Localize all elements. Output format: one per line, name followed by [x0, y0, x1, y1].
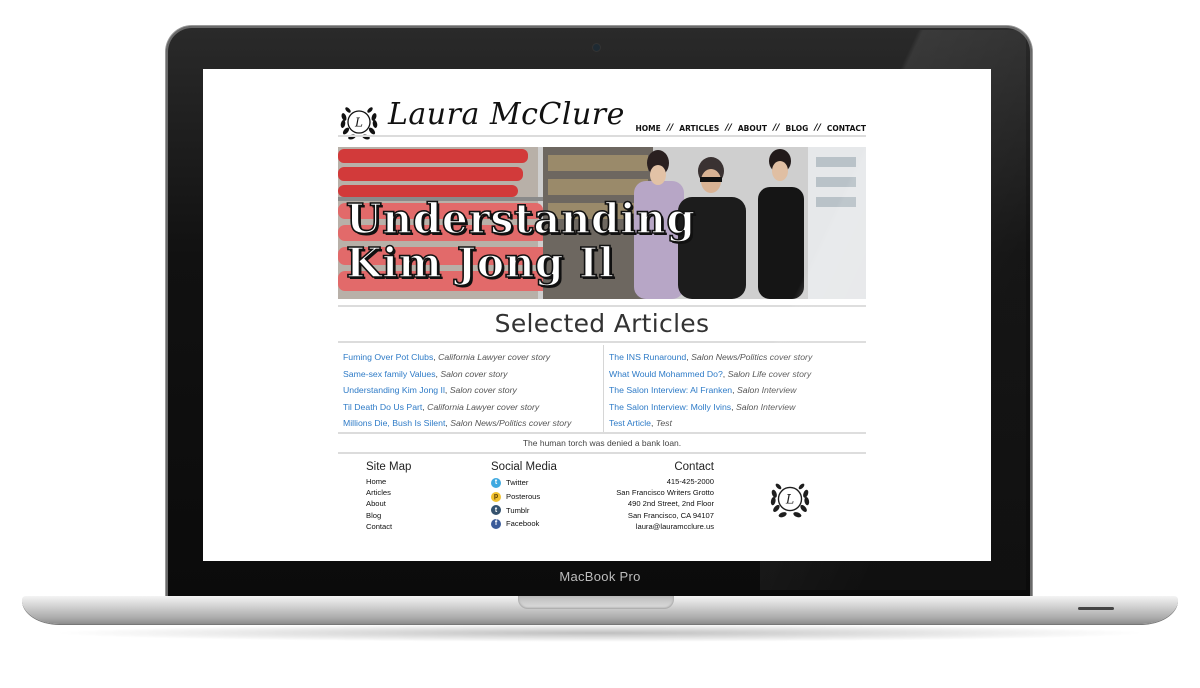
social-facebook-link[interactable]: f Facebook: [491, 517, 540, 531]
social-label: Facebook: [506, 519, 540, 529]
logo-letter: L: [354, 116, 363, 130]
laptop-shadow: [50, 624, 1150, 642]
sitemap-list: Home Articles About Blog Contact: [366, 476, 392, 532]
header-divider: [338, 135, 866, 137]
article-publication: California Lawyer cover story: [438, 352, 551, 362]
sitemap-home-link[interactable]: Home: [366, 476, 392, 487]
contact-phone: 415-425-2000: [666, 477, 714, 486]
webcam: [593, 44, 600, 51]
laurel-seal-icon: L: [770, 483, 810, 518]
articles-bottom-rule: [338, 432, 866, 434]
article-publication: Salon News/Politics cover story: [691, 352, 813, 362]
article-link[interactable]: Fuming Over Pot Clubs: [343, 352, 433, 362]
hero-banner[interactable]: Understanding Kim Jong Il: [338, 147, 866, 299]
article-link[interactable]: Til Death Do Us Part: [343, 402, 422, 412]
article-publication: Salon Life cover story: [727, 368, 812, 379]
article-link[interactable]: The Salon Interview: Al Franken: [609, 385, 732, 395]
article-publication: Salon cover story: [440, 368, 508, 379]
contact-details: 415-425-2000 San Francisco Writers Grott…: [573, 476, 714, 532]
article-publication: California Lawyer cover story: [427, 401, 540, 412]
social-media-heading: Social Media: [491, 461, 557, 473]
article-item: What Would Mohammed Do?, Salon Life cove…: [609, 368, 812, 379]
social-posterous-link[interactable]: p Posterous: [491, 490, 540, 504]
article-publication: Salon Interview: [735, 401, 796, 412]
website: L Laura McClure HOME // ARTICLES // ABOU…: [338, 69, 866, 561]
nav-contact[interactable]: CONTACT: [827, 124, 866, 133]
article-link[interactable]: Millions Die, Bush Is Silent: [343, 418, 445, 428]
article-link[interactable]: Same-sex family Values: [343, 369, 436, 379]
article-link[interactable]: What Would Mohammed Do?: [609, 369, 723, 379]
article-publication: Salon News/Politics cover story: [450, 418, 572, 429]
article-item: Millions Die, Bush Is Silent, Salon News…: [343, 418, 572, 429]
contact-city: San Francisco, CA 94107: [627, 510, 714, 520]
articles-list: Fuming Over Pot Clubs, California Lawyer…: [338, 345, 866, 433]
sitemap-articles-link[interactable]: Articles: [366, 487, 392, 498]
social-label: Posterous: [506, 491, 541, 501]
article-publication: Salon Interview: [736, 385, 797, 396]
articles-top-rule: [338, 341, 866, 343]
laptop-screen: L Laura McClure HOME // ARTICLES // ABOU…: [203, 69, 991, 561]
hero-title: Understanding Kim Jong Il: [345, 195, 696, 287]
contact-org: San Francisco Writers Grotto: [616, 488, 714, 498]
contact-street: 490 2nd Street, 2nd Floor: [627, 499, 714, 509]
sitemap-about-link[interactable]: About: [366, 498, 392, 509]
contact-email-link[interactable]: laura@lauramcclure.us: [573, 521, 714, 532]
article-item: Til Death Do Us Part, California Lawyer …: [343, 401, 540, 412]
article-item: Understanding Kim Jong Il, Salon cover s…: [343, 385, 517, 396]
article-link[interactable]: The INS Runaround: [609, 352, 686, 362]
article-item: Test Article, Test: [609, 418, 672, 429]
logo-letter: L: [785, 492, 794, 507]
sitemap-contact-link[interactable]: Contact: [366, 521, 392, 532]
article-item: The Salon Interview: Molly Ivins, Salon …: [609, 401, 796, 412]
social-label: Tumblr: [506, 505, 530, 515]
nav-separator: //: [814, 123, 821, 133]
site-title[interactable]: Laura McClure: [388, 97, 625, 132]
articles-column-left: Fuming Over Pot Clubs, California Lawyer…: [343, 349, 603, 432]
article-publication: Salon cover story: [449, 385, 517, 396]
nav-separator: //: [725, 123, 732, 133]
article-item: The INS Runaround, Salon News/Politics c…: [609, 352, 813, 362]
nav-separator: //: [666, 123, 674, 133]
tagline: The human torch was denied a bank loan.: [522, 438, 682, 448]
social-media-list: t Twitter p Posterous t Tumblr f Faceboo…: [491, 476, 540, 531]
social-tumblr-link[interactable]: t Tumblr: [491, 504, 540, 518]
nav-about[interactable]: ABOUT: [738, 124, 767, 133]
article-publication: Test: [655, 418, 672, 429]
article-link[interactable]: The Salon Interview: Molly Ivins: [609, 402, 731, 412]
footer-top-rule: [338, 452, 866, 454]
twitter-icon: t: [491, 477, 501, 488]
column-divider: [603, 345, 604, 433]
nav-articles[interactable]: ARTICLES: [679, 124, 719, 133]
device-model-label: MacBook Pro: [559, 569, 641, 584]
sitemap-blog-link[interactable]: Blog: [366, 510, 392, 521]
article-link[interactable]: Understanding Kim Jong Il: [343, 385, 445, 395]
nav-separator: //: [772, 123, 780, 133]
articles-column-right: The INS Runaround, Salon News/Politics c…: [609, 349, 869, 432]
main-nav: HOME // ARTICLES // ABOUT // BLOG // CON…: [635, 123, 866, 133]
article-item: Same-sex family Values, Salon cover stor…: [343, 368, 508, 379]
article-item: Fuming Over Pot Clubs, California Lawyer…: [343, 352, 551, 362]
laptop-side-slot: [1078, 607, 1114, 610]
laptop-opening-notch: [518, 596, 674, 609]
sitemap-heading: Site Map: [366, 461, 412, 473]
facebook-icon: f: [491, 519, 501, 530]
contact-heading: Contact: [674, 461, 714, 473]
article-item: The Salon Interview: Al Franken, Salon I…: [609, 385, 797, 396]
selected-articles-heading: Selected Articles: [494, 309, 710, 338]
tumblr-icon: t: [491, 505, 501, 516]
social-label: Twitter: [506, 478, 529, 487]
nav-home[interactable]: HOME: [635, 124, 660, 133]
social-twitter-link[interactable]: t Twitter: [491, 476, 540, 490]
nav-blog[interactable]: BLOG: [786, 124, 809, 133]
hero-divider: [338, 305, 866, 307]
article-link[interactable]: Test Article: [609, 418, 651, 428]
posterous-icon: p: [491, 491, 501, 502]
